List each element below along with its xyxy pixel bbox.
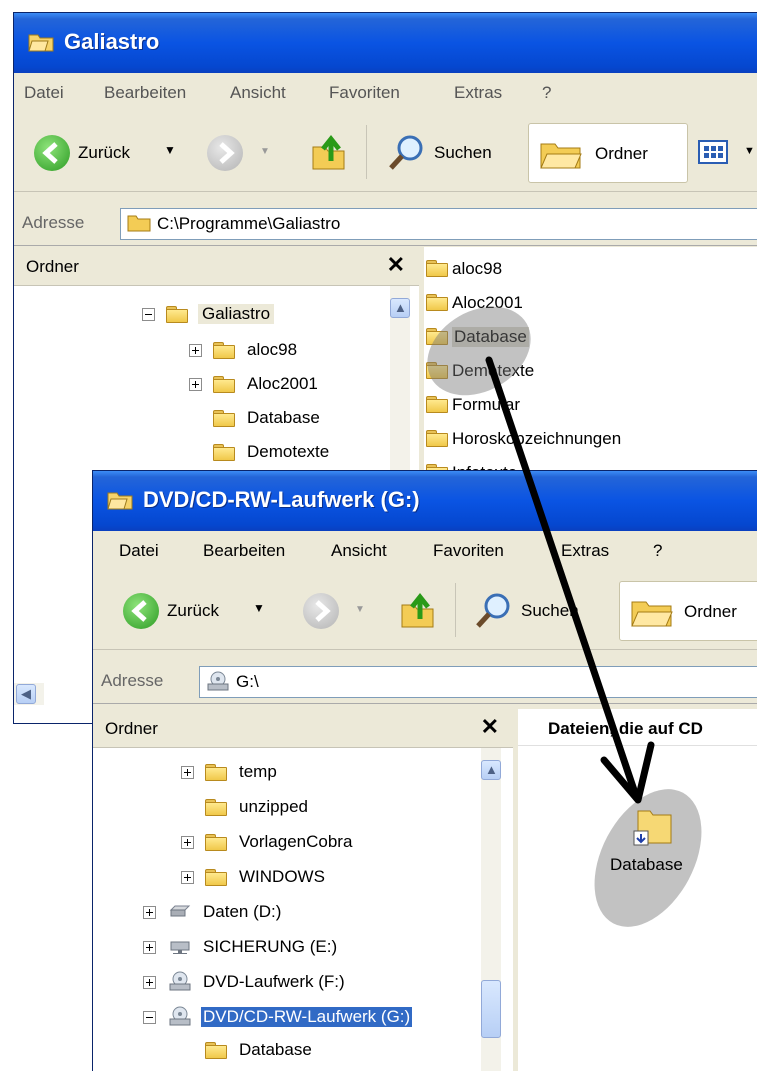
drag-arrow xyxy=(485,356,655,804)
drag-arrow-line xyxy=(485,356,638,794)
